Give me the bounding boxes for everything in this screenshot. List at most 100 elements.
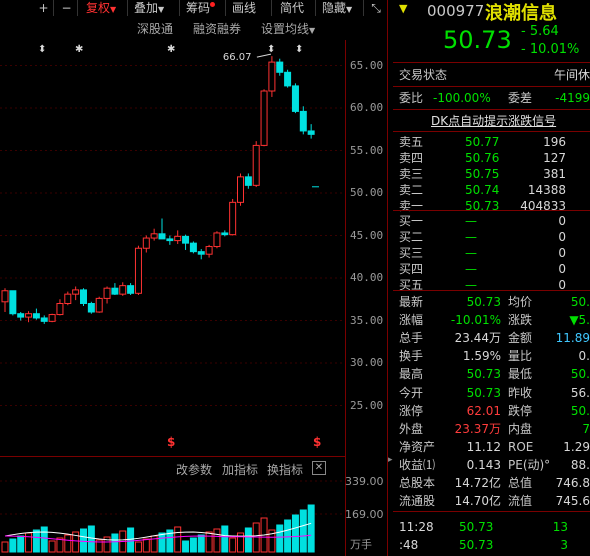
price-tick-label: 25.00 (350, 398, 384, 412)
hide-button[interactable]: 隐藏▼ (318, 0, 364, 16)
stat-label: 涨幅 (399, 313, 424, 328)
ask-row[interactable]: 卖一 50.73 404833 (393, 198, 590, 214)
stat-row: 最高 50.73 最低 50. (393, 365, 590, 383)
collapse-icon[interactable]: ⤡ (366, 0, 386, 16)
bid-row-volume: 0 (558, 214, 566, 228)
chips-button[interactable]: 筹码 (182, 0, 226, 16)
stat-label: 均价 (508, 295, 533, 309)
stat-value: ▼5. (569, 313, 590, 328)
favorite-icon[interactable]: ▼ (399, 2, 407, 15)
bid-row-label: 买三 (399, 246, 424, 260)
overlay-label: 叠加 (134, 1, 159, 15)
bid-row-price: — (465, 262, 477, 276)
notification-dot-icon (210, 2, 216, 7)
bid-row[interactable]: 买二 — 0 (393, 229, 590, 245)
divider (393, 210, 590, 211)
volume-bar (17, 535, 25, 553)
candle (174, 235, 182, 242)
ask-row[interactable]: 卖三 50.75 381 (393, 166, 590, 182)
stat-row: 涨停 62.01 跌停 50. (393, 402, 590, 420)
stat-value: 50.73 (466, 367, 501, 382)
volume-chart (0, 480, 345, 553)
margin-trading-tab[interactable]: 融资融券 (193, 20, 241, 37)
draw-line-button[interactable]: 画线 (228, 0, 272, 16)
volume-bar (299, 509, 307, 553)
bid-row-volume: 0 (558, 230, 566, 244)
overlay-button[interactable]: 叠加▼ (130, 0, 180, 16)
divider (393, 86, 590, 87)
zoom-in-button[interactable]: + (34, 0, 54, 16)
chart-toolbar: + − 复权▼ 叠加▼ 筹码 画线 简代 隐藏▼ ⤡ (0, 0, 388, 17)
candle (48, 314, 56, 322)
stat-label: 最新 (399, 295, 424, 309)
set-ma-button[interactable]: 设置均线▼ (261, 20, 315, 37)
ask-row-price: 50.74 (465, 183, 500, 197)
candle (87, 303, 95, 313)
dk-signal-link[interactable]: DK点自动提示涨跌信号 (431, 112, 556, 129)
commission-diff-label: 委差 (508, 91, 533, 105)
candle (1, 290, 9, 303)
volume-bar (189, 537, 197, 553)
candle (80, 289, 87, 304)
volume-divider (0, 456, 345, 457)
dividend-marker-icon[interactable]: $ (313, 435, 321, 448)
stat-value: -10.01% (450, 313, 501, 328)
event-marker-icon[interactable]: ⬍ (38, 44, 46, 55)
bid-row[interactable]: 买四 — 0 (393, 261, 590, 277)
dividend-marker-icon[interactable]: $ (167, 435, 175, 448)
zoom-out-button[interactable]: − (56, 0, 78, 16)
price-tick-label: 55.00 (350, 143, 384, 157)
event-marker-icon[interactable]: ⬍ (267, 44, 275, 55)
ask-row-label: 卖五 (399, 135, 424, 149)
close-icon[interactable]: ✕ (312, 461, 326, 475)
event-marker-icon[interactable]: ✱ (75, 44, 83, 55)
volume-bar (205, 531, 213, 553)
stat-value: 0.143 (466, 457, 501, 472)
ask-row[interactable]: 卖二 50.74 14388 (393, 182, 590, 198)
volume-tick-high: 339.00 (345, 475, 384, 488)
stat-label: 涨停 (399, 403, 424, 418)
divider (393, 131, 590, 132)
candle (56, 303, 64, 316)
bid-row-price: — (465, 230, 477, 244)
stat-value: 50. (570, 295, 590, 309)
candle (307, 130, 315, 135)
stock-name: 浪潮信息 (485, 3, 557, 24)
restore-rights-button[interactable]: 复权▼ (82, 0, 128, 16)
stat-label: 外盘 (399, 421, 424, 436)
hide-label: 隐藏 (322, 1, 347, 15)
price-tick-label: 65.00 (350, 58, 384, 72)
candle (237, 176, 244, 203)
tick-row: :48 50.73 3 (393, 536, 590, 554)
stat-label: ROE (508, 439, 534, 454)
volume-bar (221, 525, 229, 553)
stat-value: 7 (582, 421, 590, 436)
candle (9, 290, 17, 315)
event-marker-icon[interactable]: ✱ (167, 44, 175, 55)
hk-connect-tab[interactable]: 深股通 (137, 20, 173, 37)
ask-row[interactable]: 卖四 50.76 127 (393, 150, 590, 166)
simplified-button[interactable]: 简代 (276, 0, 316, 16)
stat-label: PE(动)° (508, 457, 551, 472)
ask-row[interactable]: 卖五 50.77 196 (393, 134, 590, 150)
event-marker-icon[interactable]: ⬍ (295, 44, 303, 55)
price-tick-label: 35.00 (350, 313, 384, 327)
trade-status-row: 交易状态 午间休 (393, 66, 590, 84)
stat-label: 总值 (508, 476, 533, 490)
ask-row-volume: 404833 (520, 199, 566, 213)
dropdown-arrow-icon: ▼ (309, 26, 316, 35)
tick-price: 50.73 (459, 520, 494, 534)
bid-row-label: 买四 (399, 262, 424, 276)
stock-code: 000977 (427, 2, 485, 20)
ask-row-label: 卖四 (399, 151, 424, 165)
volume-bar (142, 538, 150, 553)
candlestick-chart[interactable]: 66.07 ⬍ ✱ ✱ ⬍ ⬍ $ $ (0, 40, 345, 448)
candle (119, 285, 127, 295)
volume-bar (174, 526, 182, 553)
stat-value: 14.70亿 (454, 494, 501, 509)
bid-row[interactable]: 买一 — 0 (393, 213, 590, 229)
stat-value: 23.44万 (454, 331, 501, 346)
ask-row-label: 卖三 (399, 167, 424, 181)
bid-row[interactable]: 买三 — 0 (393, 245, 590, 261)
ask-row-price: 50.75 (465, 167, 500, 181)
